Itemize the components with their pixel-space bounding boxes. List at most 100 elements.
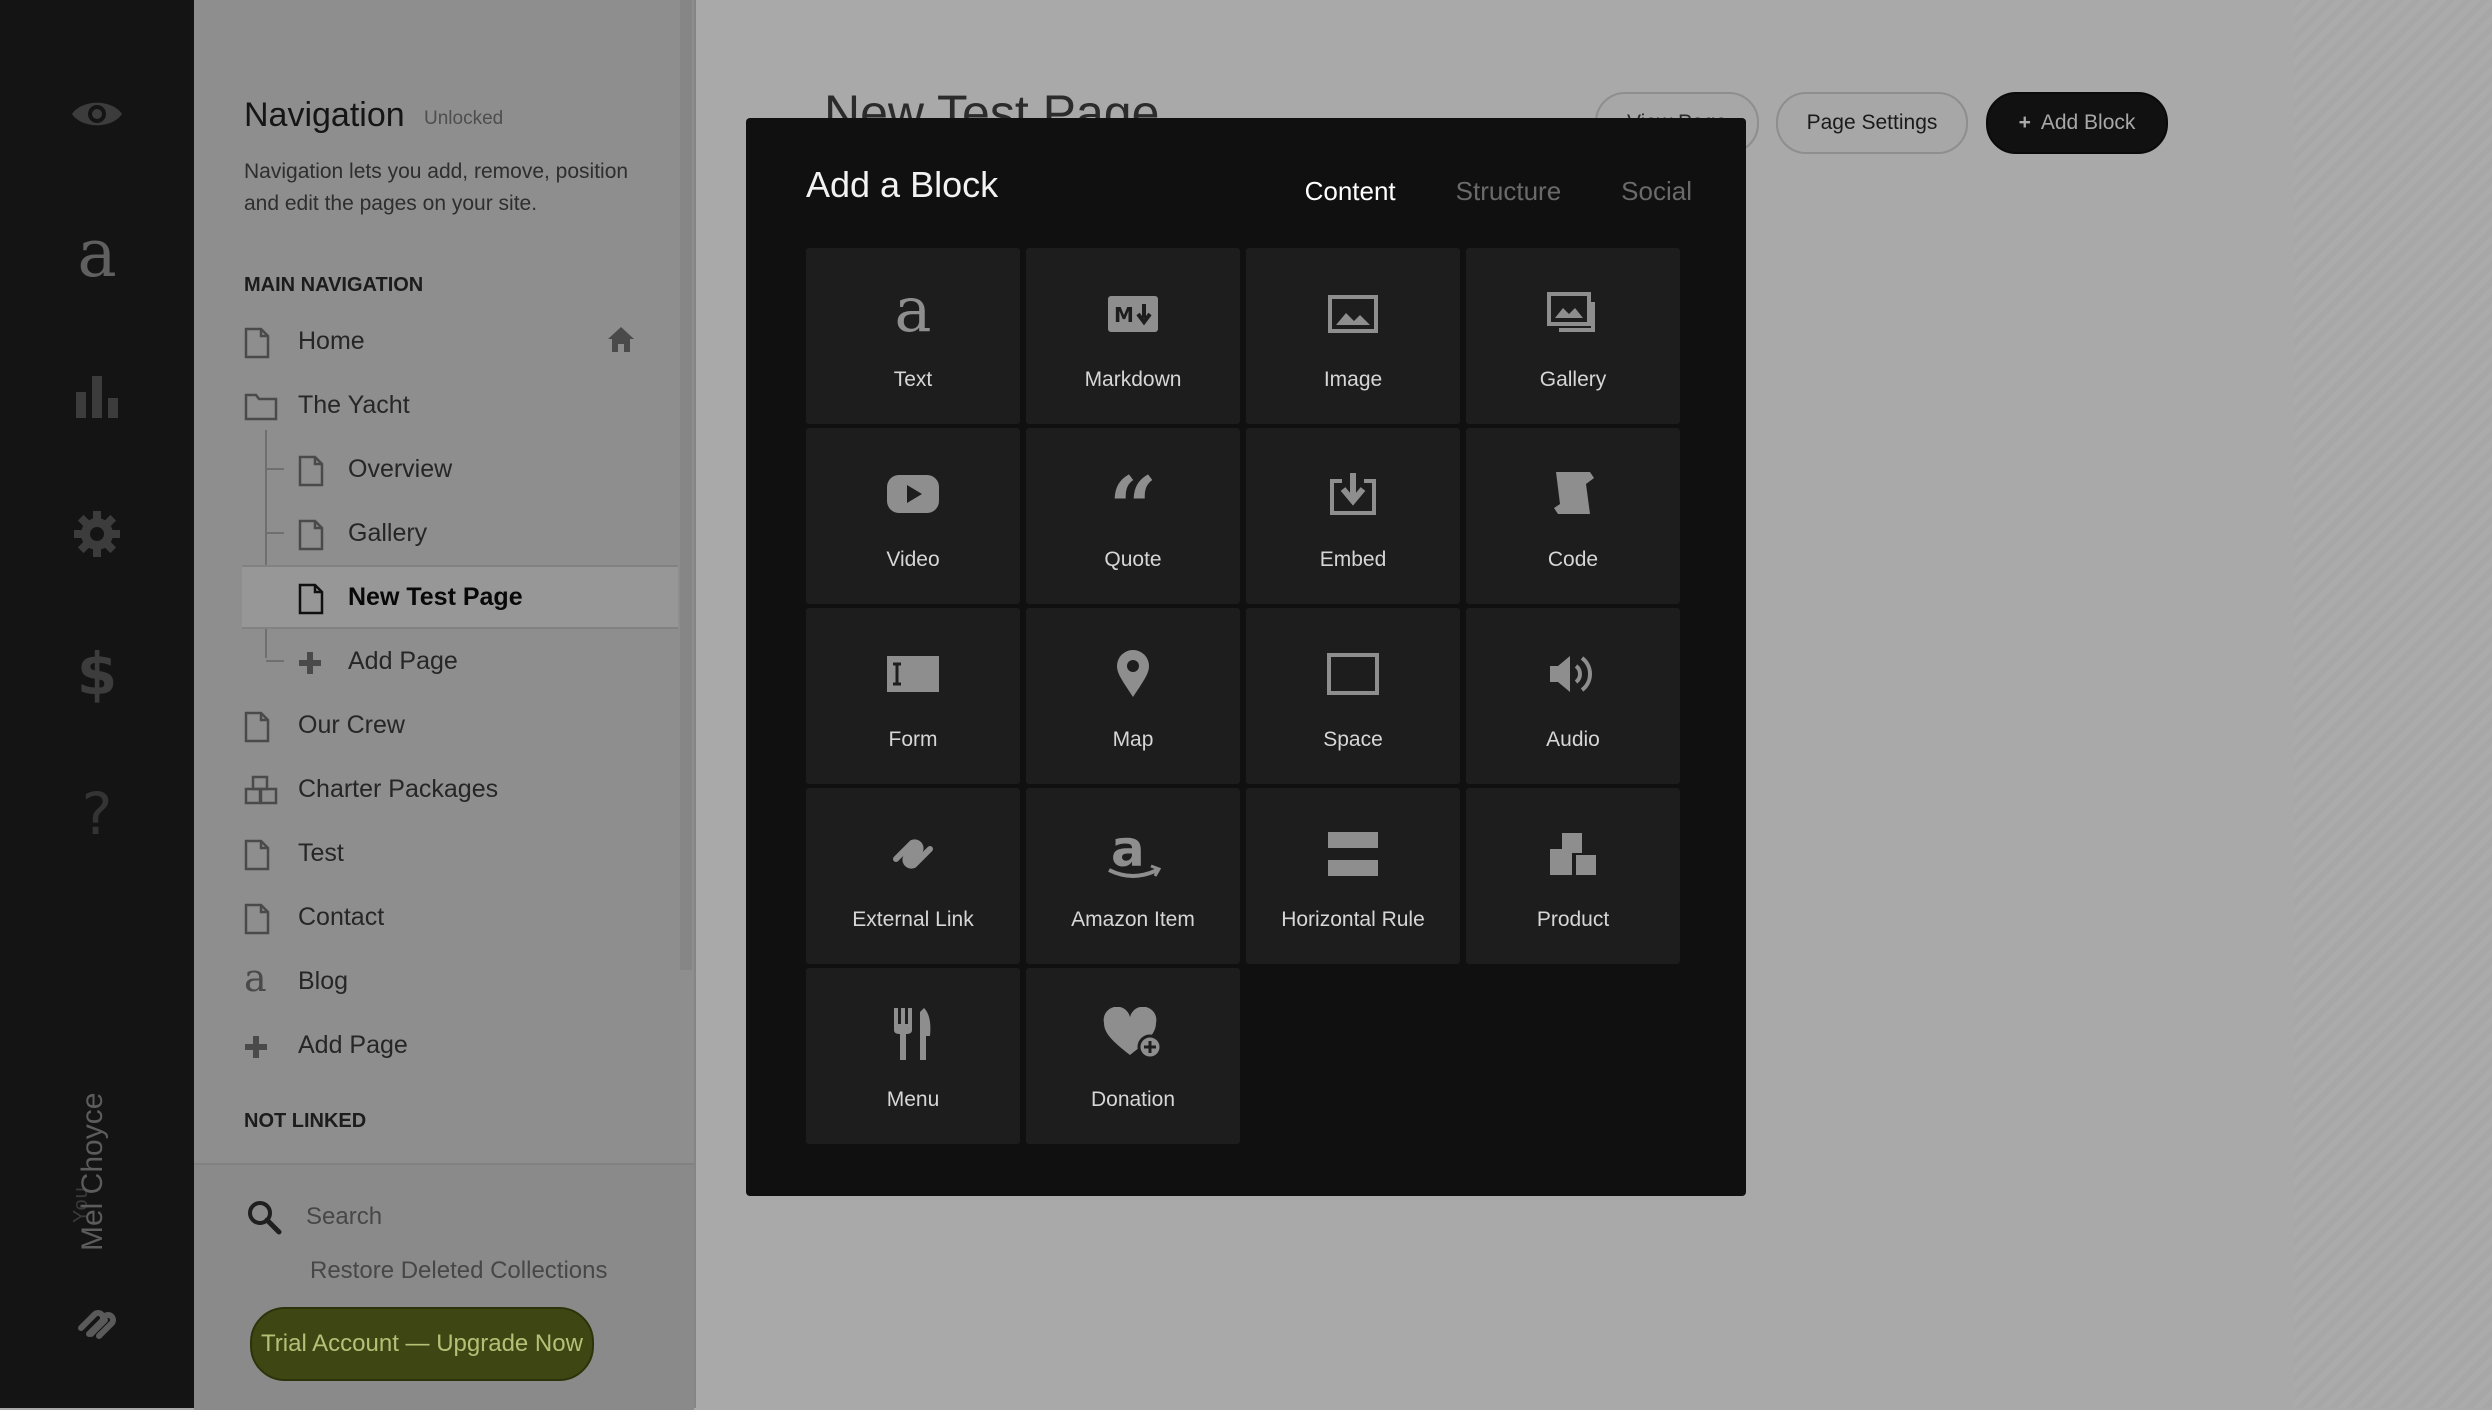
upgrade-button[interactable]: Trial Account — Upgrade Now [250,1307,594,1381]
audio-icon [1466,644,1680,704]
block-label: Markdown [1084,368,1182,391]
tab-structure[interactable]: Structure [1456,176,1562,207]
map-pin-icon [1026,644,1240,704]
home-icon[interactable] [606,325,636,358]
blog-icon: a [244,956,267,1000]
search-row[interactable]: Search [246,1197,646,1237]
nav-item-new-test-page[interactable]: New Test Page [242,565,678,629]
block-quote[interactable]: “ Quote [1026,428,1240,604]
block-space[interactable]: Space [1246,608,1460,784]
space-icon [1246,644,1460,704]
nav-item-label: The Yacht [298,391,410,419]
not-linked-label: NOT LINKED [244,1110,367,1132]
commerce-icon[interactable]: $ [47,634,147,714]
nav-item-label: New Test Page [348,583,523,611]
squarespace-a-icon[interactable]: a [47,214,147,294]
settings-icon[interactable] [47,494,147,574]
block-external-link[interactable]: External Link [806,788,1020,964]
modal-tabs: Content Structure Social [1305,176,1692,207]
block-horizontal-rule[interactable]: Horizontal Rule [1246,788,1460,964]
block-audio[interactable]: Audio [1466,608,1680,784]
block-label: Gallery [1539,368,1607,391]
nav-item-label: Overview [348,455,453,483]
eye-icon[interactable] [47,74,147,154]
nav-item-our-crew[interactable]: Our Crew [244,695,678,755]
donation-heart-icon [1026,1004,1240,1064]
nav-item-overview[interactable]: Overview [244,439,678,499]
menu-fork-knife-icon [806,1004,1020,1064]
video-icon [806,464,1020,524]
image-icon [1246,284,1460,344]
folder-icon [244,391,278,426]
block-gallery[interactable]: Gallery [1466,248,1680,424]
horizontal-rule-icon [1246,824,1460,884]
plus-icon: + [2018,111,2031,134]
page-icon [244,327,270,364]
add-block-label: Add Block [2040,111,2136,134]
nav-item-label: Add Page [348,647,458,675]
block-label: Audio [1546,728,1600,751]
block-label: Embed [1319,548,1387,571]
block-image[interactable]: Image [1246,248,1460,424]
markdown-icon: M [1026,284,1240,344]
gallery-icon [1466,284,1680,344]
page-settings-button[interactable]: Page Settings [1776,92,1968,154]
block-embed[interactable]: Embed [1246,428,1460,604]
block-label: External Link [852,908,974,931]
block-menu[interactable]: Menu [806,968,1020,1144]
block-code[interactable]: Code [1466,428,1680,604]
block-amazon-item[interactable]: a Amazon Item [1026,788,1240,964]
embed-icon [1246,464,1460,524]
page-icon [244,711,270,748]
svg-text:a: a [1111,824,1145,878]
block-grid: a Text M Markdown Image Gallery Video “ … [806,248,1686,1144]
nav-item-test[interactable]: Test [244,823,678,883]
block-label: Text [893,368,933,391]
tab-social[interactable]: Social [1621,176,1692,207]
nav-item-the-yacht[interactable]: The Yacht [244,375,678,435]
product-icon [1466,824,1680,884]
block-label: Amazon Item [1071,908,1195,931]
tab-content[interactable]: Content [1305,176,1396,207]
block-label: Horizontal Rule [1281,908,1425,931]
nav-item-label: Contact [298,903,385,931]
products-icon [244,775,278,810]
restore-deleted-collections-link[interactable]: Restore Deleted Collections [310,1257,607,1285]
help-icon[interactable]: ? [47,774,147,854]
quote-icon: “ [1108,458,1158,557]
nav-item-contact[interactable]: Contact [244,887,678,947]
nav-item-blog[interactable]: a Blog [244,951,678,1011]
nav-item-home[interactable]: Home [244,311,678,371]
block-label: Video [886,548,940,571]
nav-item-label: Blog [298,967,349,995]
nav-item-add-page-subfolder[interactable]: Add Page [244,631,678,691]
nav-item-add-page[interactable]: Add Page [244,1015,678,1075]
block-video[interactable]: Video [806,428,1020,604]
plus-icon [298,651,322,680]
nav-scrollbar[interactable] [680,0,692,970]
block-product[interactable]: Product [1466,788,1680,964]
block-donation[interactable]: Donation [1026,968,1240,1144]
nav-item-label: Charter Packages [298,775,499,803]
main-navigation-label: MAIN NAVIGATION [244,274,424,296]
squarespace-logo-icon[interactable] [47,1284,147,1364]
svg-text:M: M [1114,303,1134,327]
block-label: Menu [886,1088,940,1111]
user-account[interactable]: You Mel Choyce [70,1093,109,1252]
block-label: Code [1547,548,1599,571]
nav-title: Navigation [244,96,405,134]
block-text[interactable]: a Text [806,248,1020,424]
nav-footer: Search Restore Deleted Collections Trial… [194,1163,694,1410]
block-map[interactable]: Map [1026,608,1240,784]
block-label: Image [1323,368,1383,391]
add-block-button[interactable]: + Add Block [1986,92,2168,154]
analytics-icon[interactable] [47,354,147,434]
block-markdown[interactable]: M Markdown [1026,248,1240,424]
nav-item-gallery[interactable]: Gallery [244,503,678,563]
user-name[interactable]: Mel Choyce [76,1093,110,1251]
search-input[interactable]: Search [306,1203,382,1231]
nav-lock-status[interactable]: Unlocked [424,108,503,130]
nav-item-charter-packages[interactable]: Charter Packages [244,759,678,819]
block-form[interactable]: Form [806,608,1020,784]
block-label: Product [1536,908,1610,931]
